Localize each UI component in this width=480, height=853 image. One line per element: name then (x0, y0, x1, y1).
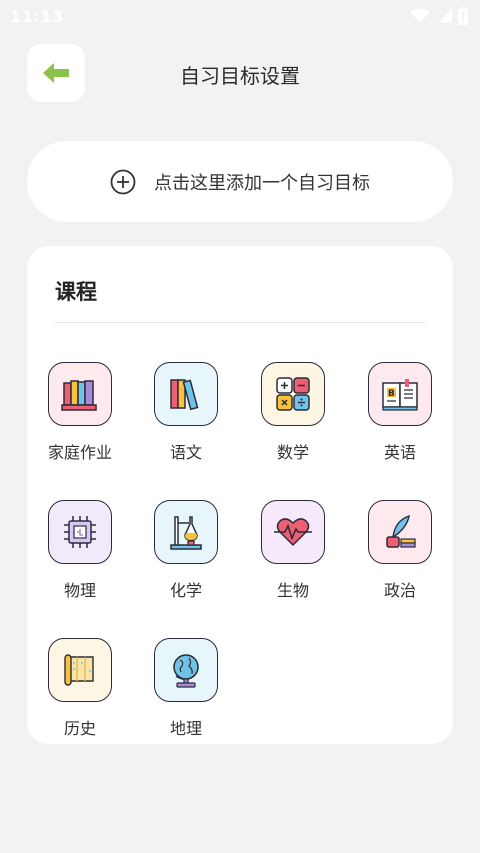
subject-geography[interactable]: 地理 (133, 638, 239, 758)
geography-globe-icon (154, 638, 218, 702)
chinese-books-icon (154, 362, 218, 426)
physics-chip-icon (48, 500, 112, 564)
svg-text:B: B (388, 389, 395, 399)
biology-heart-icon (261, 500, 325, 564)
subject-history[interactable]: 历史 (27, 638, 133, 758)
history-scroll-icon (48, 638, 112, 702)
status-bar: 11:13 (0, 0, 480, 32)
course-card: 课程 家庭作业 语文 数学 B 英语 物理 化学 生物 政治 历史 地理 (27, 246, 453, 744)
subject-chemistry[interactable]: 化学 (133, 500, 239, 620)
subject-english[interactable]: B 英语 (347, 362, 453, 482)
subject-label: 化学 (169, 581, 202, 600)
plus-circle-icon (110, 169, 136, 194)
battery-icon (458, 7, 468, 25)
subject-label: 英语 (383, 443, 416, 462)
subject-label: 政治 (383, 581, 416, 600)
header: 自习目标设置 (0, 44, 480, 104)
math-calculator-icon (261, 362, 325, 426)
politics-quill-icon (368, 500, 432, 564)
status-icons (410, 7, 468, 25)
subject-label: 数学 (276, 443, 309, 462)
wifi-icon (410, 8, 430, 23)
subject-biology[interactable]: 生物 (240, 500, 346, 620)
subject-label: 家庭作业 (47, 443, 112, 462)
subject-homework[interactable]: 家庭作业 (27, 362, 133, 482)
subject-label: 生物 (276, 581, 309, 600)
signal-icon (438, 9, 452, 23)
subject-politics[interactable]: 政治 (347, 500, 453, 620)
page-title: 自习目标设置 (180, 64, 300, 88)
course-section-title: 课程 (55, 280, 97, 304)
subject-chinese[interactable]: 语文 (133, 362, 239, 482)
status-time: 11:13 (10, 6, 64, 26)
chemistry-flask-icon (154, 500, 218, 564)
subject-math[interactable]: 数学 (240, 362, 346, 482)
subject-label: 物理 (63, 581, 96, 600)
divider (55, 322, 425, 323)
english-book-icon: B (368, 362, 432, 426)
subject-label: 地理 (169, 719, 202, 738)
add-goal-button[interactable]: 点击这里添加一个自习目标 (27, 141, 453, 222)
homework-books-icon (48, 362, 112, 426)
subject-label: 语文 (169, 443, 202, 462)
subject-label: 历史 (63, 719, 96, 738)
add-goal-label: 点击这里添加一个自习目标 (154, 172, 370, 194)
subject-physics[interactable]: 物理 (27, 500, 133, 620)
